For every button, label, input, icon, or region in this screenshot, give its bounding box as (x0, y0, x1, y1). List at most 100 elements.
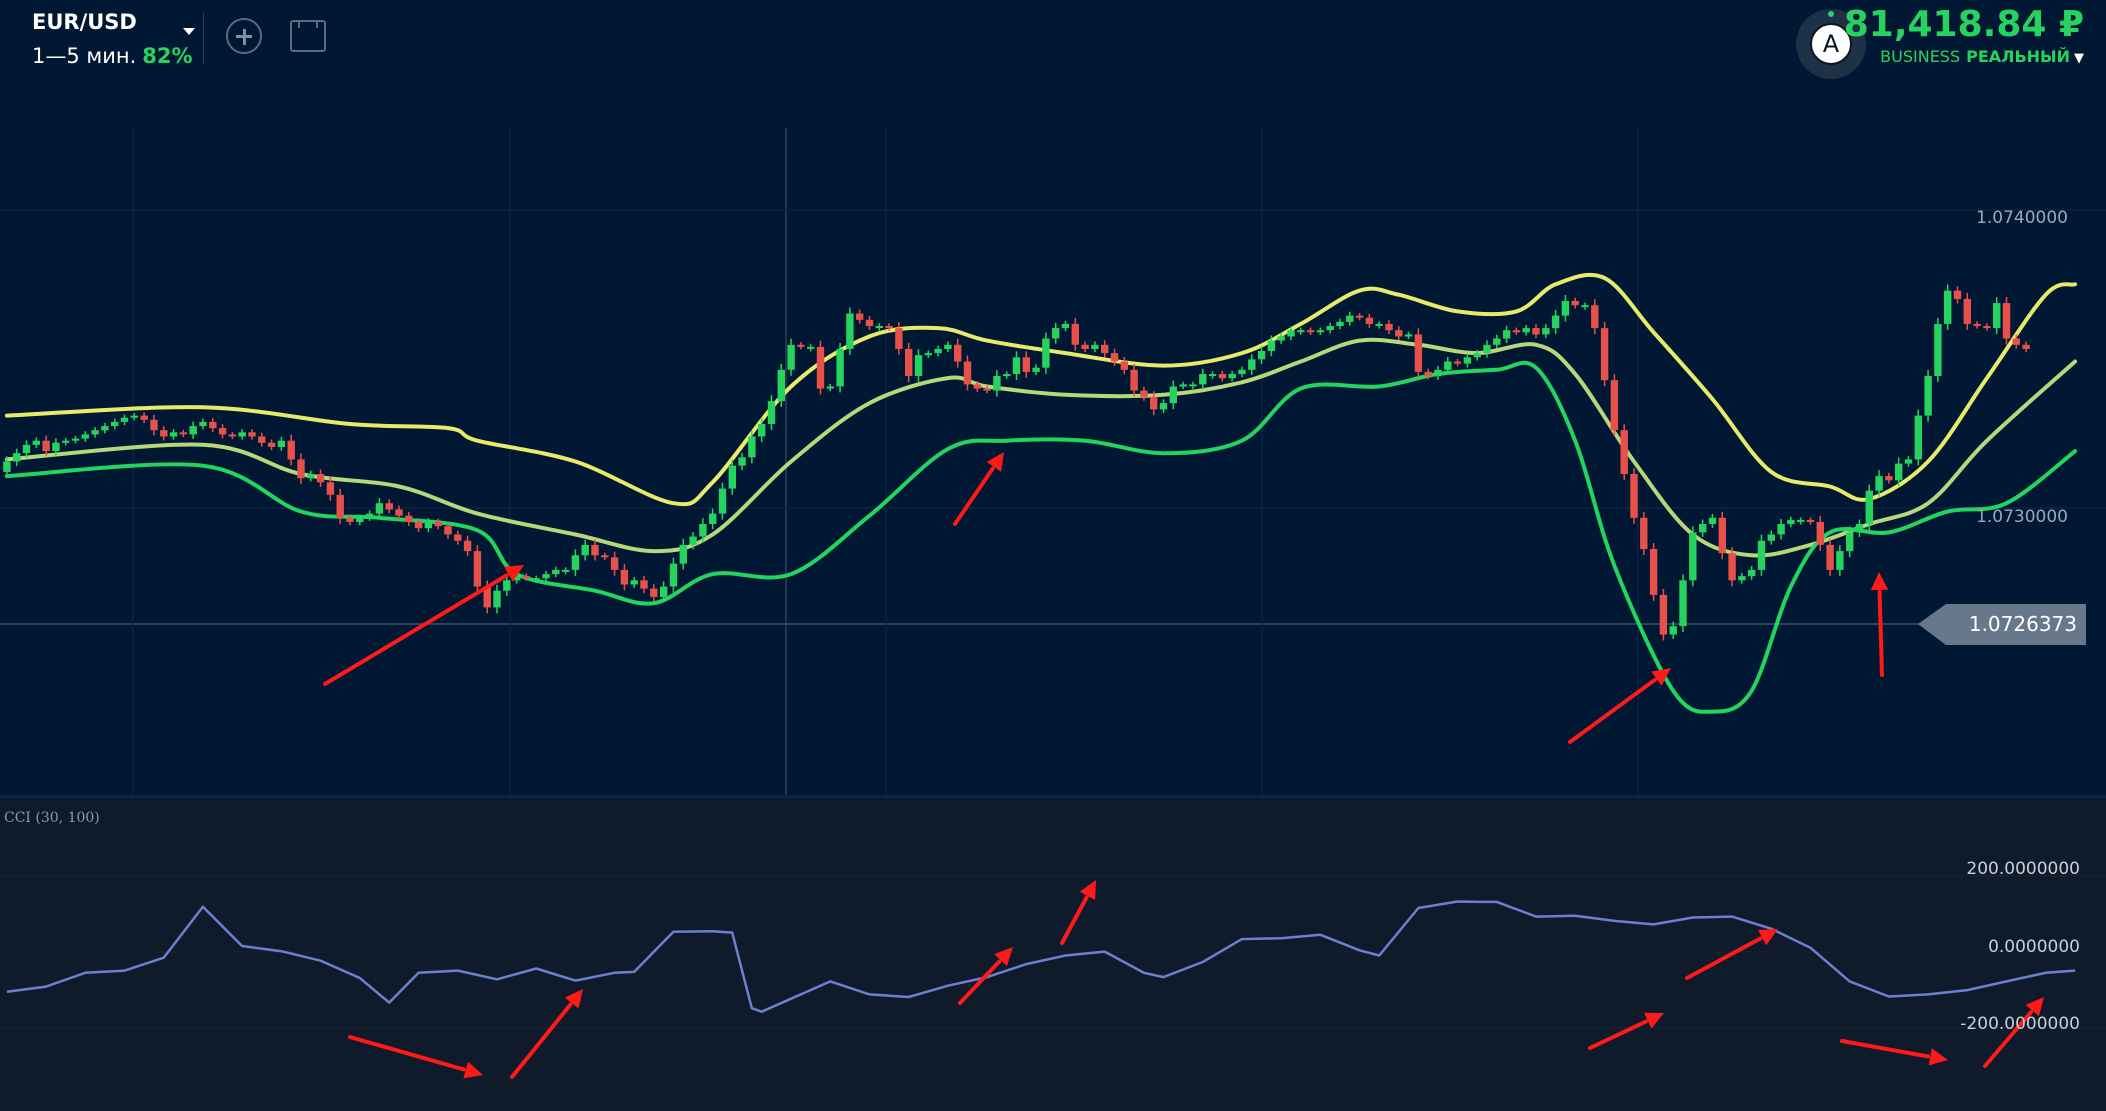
candle (816, 346, 825, 389)
annotation-arrow (1877, 589, 1884, 677)
account-balance[interactable]: 81,418.84 ₽ BUSINESS РЕАЛЬНЫЙ ▼ (1844, 4, 2084, 66)
candle (1189, 384, 1197, 387)
cci-indicator-label: CCI (30, 100) (4, 810, 100, 826)
candle (1757, 540, 1766, 570)
candle (3, 461, 11, 472)
candle (1963, 298, 1971, 324)
asset-selector[interactable]: EUR/USD 1—5 мин. 82% (32, 10, 193, 68)
candle (365, 513, 374, 518)
candle (1424, 371, 1432, 377)
candle (689, 536, 697, 545)
candle (277, 440, 286, 447)
add-asset-icon[interactable] (226, 18, 262, 54)
candle (758, 424, 766, 437)
current-price-tag: 1.0726373 (1918, 604, 2086, 645)
candle (1551, 315, 1560, 329)
candle (1993, 303, 2001, 329)
candle (454, 534, 462, 541)
candle (561, 569, 570, 572)
candle (1336, 321, 1344, 326)
candle (336, 494, 344, 518)
candle (1120, 361, 1128, 370)
candle (640, 580, 648, 589)
candle (1718, 517, 1726, 554)
account-dropdown-icon[interactable]: ▼ (2074, 51, 2084, 66)
candle (1895, 463, 1903, 481)
candle (199, 421, 207, 427)
candle (905, 348, 913, 376)
candle (150, 419, 158, 431)
candle (42, 440, 50, 452)
candle (473, 551, 482, 587)
candle (169, 432, 178, 437)
asset-dropdown-icon[interactable] (183, 28, 195, 35)
candle (1777, 524, 1785, 535)
candle (934, 348, 942, 354)
candle (1071, 323, 1079, 345)
candle (1502, 330, 1511, 339)
candle (1473, 353, 1481, 358)
candle (601, 555, 609, 558)
account-tier: BUSINESS (1880, 47, 1961, 66)
candle (767, 401, 776, 424)
chart-area[interactable]: 1.0740000 1.0730000 1.0726373 CCI (30, 1… (0, 0, 2106, 1111)
candle (1846, 532, 1854, 552)
candle (1404, 334, 1413, 337)
candle (2022, 344, 2030, 349)
candle (1346, 315, 1354, 322)
candle (669, 563, 678, 587)
candle (1924, 376, 1932, 416)
candle (1581, 305, 1589, 308)
balance-amount: 81,418.84 ₽ (1843, 4, 2084, 45)
candle (1444, 361, 1452, 370)
candle (591, 544, 599, 556)
cci-tick-label: -200.0000000 (1960, 1014, 2080, 1034)
candle (101, 426, 109, 431)
candle (836, 348, 844, 387)
candle (1659, 594, 1668, 635)
candle (748, 436, 756, 458)
candle (1238, 369, 1246, 374)
candle (1836, 551, 1844, 570)
candle (326, 482, 335, 495)
candle (1012, 357, 1021, 374)
candle (1248, 359, 1256, 370)
candle (267, 442, 276, 447)
candle (1689, 532, 1697, 581)
candle (875, 326, 883, 328)
candle (895, 328, 903, 349)
candle (1277, 336, 1285, 341)
online-status-dot (1828, 11, 1834, 17)
candle (679, 544, 687, 564)
candle (120, 417, 129, 422)
candle (1806, 519, 1815, 522)
candle (140, 415, 148, 420)
candle (503, 580, 511, 591)
candle (13, 453, 21, 462)
candle (1375, 323, 1383, 326)
account-type-selector[interactable]: BUSINESS РЕАЛЬНЫЙ ▼ (1844, 47, 2084, 66)
candle (52, 442, 60, 451)
candle (581, 544, 589, 556)
candle (463, 540, 472, 552)
chart-layout-icon[interactable] (290, 20, 326, 52)
candle (532, 578, 540, 581)
asset-details: 1—5 мин. 82% (32, 44, 193, 68)
price-tick-label: 1.0730000 (1976, 507, 2068, 527)
candle (130, 415, 138, 418)
candle (630, 580, 638, 585)
candle (316, 474, 325, 483)
candle (209, 421, 217, 429)
candle (1297, 330, 1305, 333)
candle (91, 430, 99, 435)
candle (1728, 553, 1736, 581)
candle (1620, 430, 1628, 474)
candle (699, 524, 707, 537)
candle (444, 526, 452, 535)
candle (1101, 344, 1109, 354)
candle (1914, 415, 1922, 460)
candle (1708, 517, 1717, 525)
candle (1208, 374, 1217, 376)
candle (954, 344, 962, 362)
candle (1228, 374, 1236, 379)
